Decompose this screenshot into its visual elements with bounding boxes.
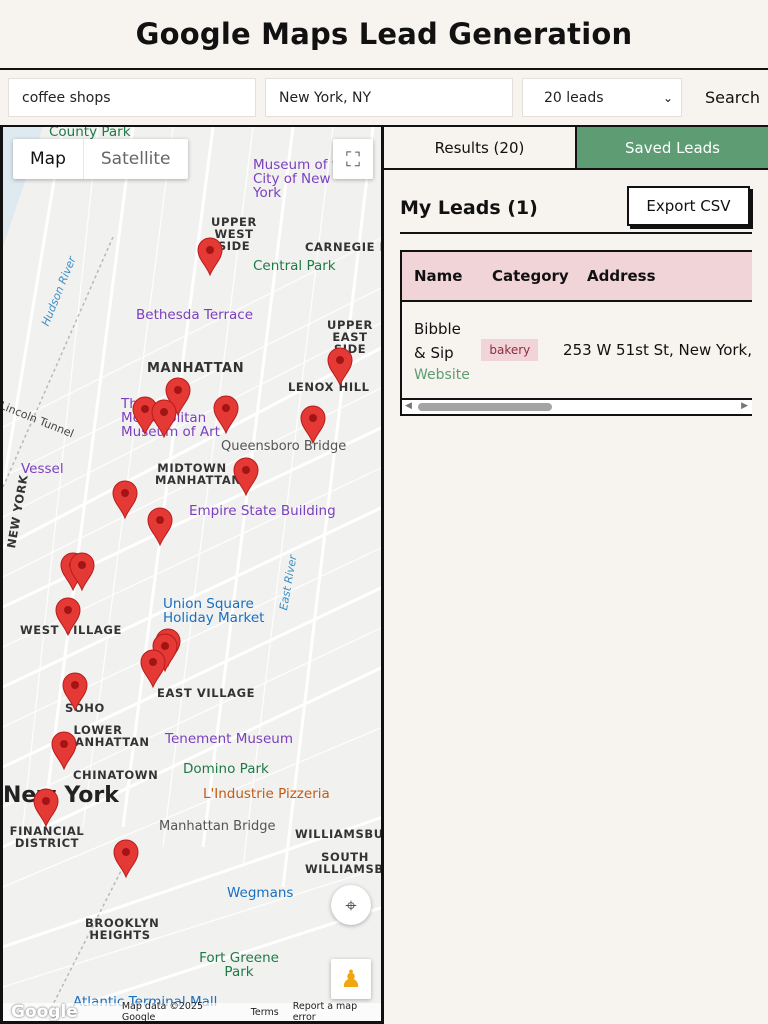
map-pin-dot: [64, 606, 72, 614]
table-row[interactable]: Bibble & Sip Website bakery 253 W 51st S…: [402, 302, 752, 398]
leads-panel: Results (20) Saved Leads My Leads (1) Ex…: [384, 127, 768, 1024]
map-pin-17[interactable]: [62, 672, 88, 712]
tab-saved-leads[interactable]: Saved Leads: [577, 127, 768, 168]
col-category: Category: [492, 267, 569, 285]
map-pin-dot: [141, 405, 149, 413]
saved-leads-content: My Leads (1) Export CSV Name Category Ad…: [384, 170, 768, 416]
map-pin-10[interactable]: [147, 507, 173, 547]
saved-leads-header: My Leads (1) Export CSV: [400, 186, 752, 234]
map-footer: Google Map data ©2025 Google Terms Repor…: [3, 1001, 381, 1023]
col-address: Address: [587, 267, 656, 285]
map-pin-9[interactable]: [112, 480, 138, 520]
map-pin-dot: [71, 681, 79, 689]
map-pin-dot: [336, 356, 344, 364]
lead-name-line2: & Sip: [414, 344, 454, 362]
map-pin-dot: [42, 797, 50, 805]
google-logo: Google: [11, 1002, 78, 1022]
terms-link[interactable]: Terms: [251, 1007, 279, 1018]
fullscreen-icon[interactable]: ⛶: [333, 139, 373, 179]
map-pin-dot: [122, 848, 130, 856]
map-pin-dot: [121, 489, 129, 497]
map-pin-dot: [174, 386, 182, 394]
map-pin-13[interactable]: [55, 597, 81, 637]
scroll-left-icon[interactable]: ◀: [405, 401, 412, 411]
map-type-map[interactable]: Map: [13, 139, 84, 179]
map-pin-dot: [222, 404, 230, 412]
lead-count-value: 20 leads: [544, 89, 604, 106]
map-pin-dot: [160, 408, 168, 416]
map-pin-dot: [156, 516, 164, 524]
chevron-down-icon: ⌄: [662, 90, 673, 105]
map-pin-7[interactable]: [300, 405, 326, 445]
tab-results[interactable]: Results (20): [384, 127, 577, 168]
search-bar: coffee shops New York, NY 20 leads ⌄ Sea…: [0, 70, 768, 127]
report-map-error-link[interactable]: Report a map error: [293, 1001, 381, 1021]
map-pin-dot: [309, 414, 317, 422]
search-button[interactable]: Search: [705, 88, 760, 107]
map-pin-8[interactable]: [233, 457, 259, 497]
map-type-toggle[interactable]: Map Satellite: [13, 139, 188, 179]
scroll-right-icon[interactable]: ▶: [741, 401, 748, 411]
map-pin-dot: [206, 246, 214, 254]
app-header: Google Maps Lead Generation: [0, 0, 768, 70]
table-header: Name Category Address: [402, 252, 752, 302]
map-data-credit: Map data ©2025 Google: [121, 1001, 204, 1023]
page-title: Google Maps Lead Generation: [135, 17, 633, 51]
map-pin-5[interactable]: [151, 399, 177, 439]
export-csv-button[interactable]: Export CSV: [627, 186, 750, 226]
cell-category: bakery: [470, 339, 552, 361]
map-view[interactable]: County Park Museum of the City of New Yo…: [0, 127, 384, 1024]
col-name: Name: [414, 267, 463, 285]
cell-name: Bibble & Sip Website: [402, 317, 470, 383]
main-area: County Park Museum of the City of New Yo…: [0, 127, 768, 1024]
map-type-satellite[interactable]: Satellite: [84, 139, 188, 179]
street-view-pegman-icon[interactable]: ♟: [331, 959, 371, 999]
recenter-icon[interactable]: ⌖: [331, 885, 371, 925]
map-pin-dot: [149, 658, 157, 666]
saved-leads-title: My Leads (1): [400, 197, 538, 219]
horizontal-scrollbar[interactable]: ◀ ▶: [402, 398, 752, 414]
scroll-thumb[interactable]: [418, 403, 552, 411]
tabs: Results (20) Saved Leads: [384, 127, 768, 170]
map-pin-20[interactable]: [113, 839, 139, 879]
map-pin-18[interactable]: [51, 731, 77, 771]
map-pin-1[interactable]: [197, 237, 223, 277]
map-pin-dot: [78, 561, 86, 569]
query-input[interactable]: coffee shops: [8, 78, 256, 117]
map-pin-dot: [161, 642, 169, 650]
lead-count-select[interactable]: 20 leads ⌄: [522, 78, 682, 117]
category-badge: bakery: [481, 339, 539, 361]
map-pin-6[interactable]: [213, 395, 239, 435]
map-pin-dot: [242, 466, 250, 474]
map-pin-16[interactable]: [140, 649, 166, 689]
map-pin-19[interactable]: [33, 788, 59, 828]
map-pin-dot: [60, 740, 68, 748]
cell-address: 253 W 51st St, New York,: [563, 341, 752, 359]
lead-name-line1: Bibble: [414, 320, 461, 338]
website-link[interactable]: Website: [414, 367, 470, 383]
location-input[interactable]: New York, NY: [265, 78, 513, 117]
pin-layer: [33, 237, 353, 879]
map-pin-2[interactable]: [327, 347, 353, 387]
leads-table: Name Category Address Bibble & Sip Websi…: [400, 250, 752, 416]
